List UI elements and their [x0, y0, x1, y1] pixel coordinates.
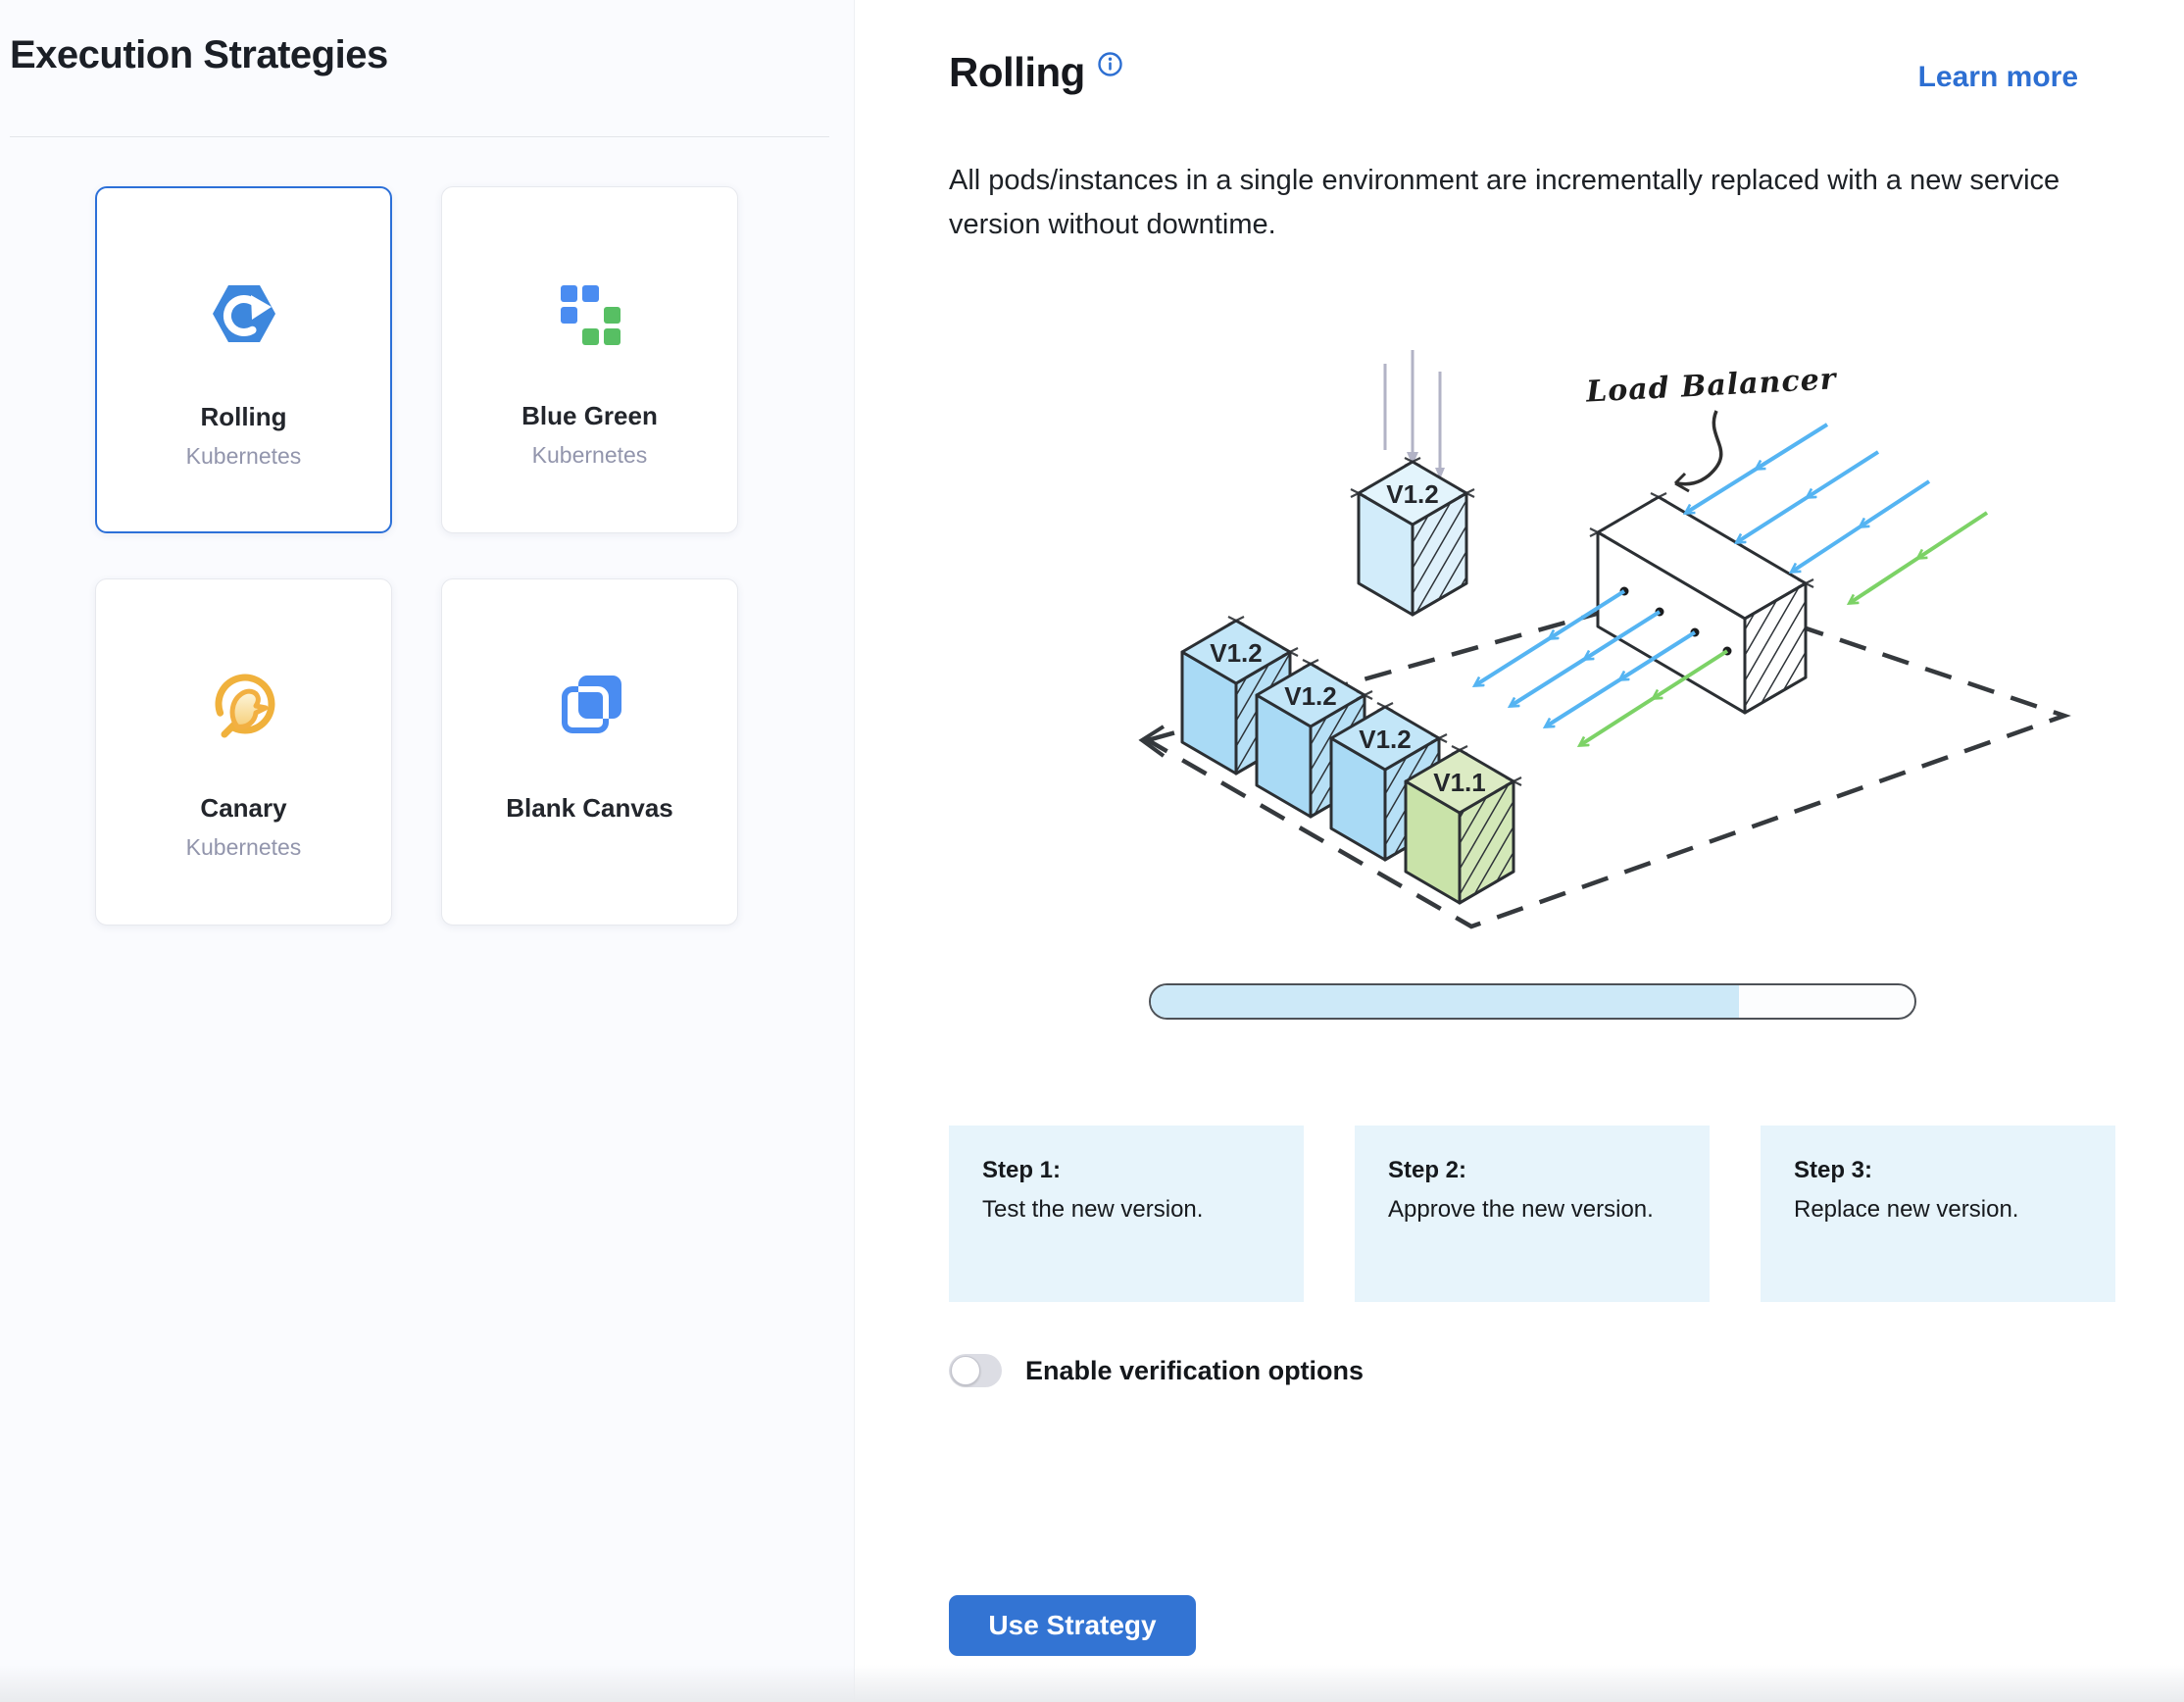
rolling-strategy-illustration: Load Balancer V1.2 V1.2 V1.2 V1.2 V1.1: [1079, 328, 2158, 956]
load-balancer-label: Load Balancer: [1584, 362, 1838, 491]
canary-icon: [207, 668, 281, 742]
card-label: Blue Green: [521, 401, 658, 431]
svg-text:V1.2: V1.2: [1386, 479, 1439, 509]
card-label: Rolling: [200, 402, 286, 432]
verification-toggle-label: Enable verification options: [1025, 1356, 1364, 1386]
blue-green-icon: [553, 275, 627, 350]
rollout-progress-bar: [1149, 983, 1916, 1020]
card-sublabel: Kubernetes: [186, 834, 302, 861]
strategy-card-grid: Rolling Kubernetes Blue Green Kubernetes: [95, 186, 738, 926]
step-text: Approve the new version.: [1388, 1196, 1680, 1224]
svg-text:V1.1: V1.1: [1433, 768, 1486, 797]
verification-toggle-row: Enable verification options: [949, 1354, 1364, 1387]
strategy-description: All pods/instances in a single environme…: [949, 159, 2110, 247]
learn-more-link[interactable]: Learn more: [1918, 61, 2078, 94]
card-sublabel: Kubernetes: [186, 443, 302, 470]
rolling-icon: [207, 276, 281, 351]
toggle-knob: [951, 1356, 980, 1385]
svg-text:V1.2: V1.2: [1359, 725, 1412, 754]
step-title: Step 2:: [1388, 1157, 1680, 1184]
svg-text:V1.2: V1.2: [1210, 638, 1263, 668]
rollout-progress-fill: [1151, 985, 1739, 1018]
strategy-card-blue-green[interactable]: Blue Green Kubernetes: [441, 186, 738, 533]
step-title: Step 3:: [1794, 1157, 2086, 1184]
page-title: Execution Strategies: [10, 33, 388, 77]
step-text: Test the new version.: [982, 1196, 1274, 1224]
step-text: Replace new version.: [1794, 1196, 2086, 1224]
strategy-steps: Step 1: Test the new version. Step 2: Ap…: [949, 1126, 2115, 1302]
step-card-1: Step 1: Test the new version.: [949, 1126, 1304, 1302]
step-title: Step 1:: [982, 1157, 1274, 1184]
load-balancer-box: [1598, 497, 1806, 713]
divider: [10, 136, 829, 137]
detail-title: Rolling: [949, 49, 1085, 96]
execution-strategies-panel: Execution Strategies Rolling Kubernetes: [0, 0, 855, 1702]
step-card-3: Step 3: Replace new version.: [1761, 1126, 2115, 1302]
step-card-2: Step 2: Approve the new version.: [1355, 1126, 1710, 1302]
strategy-card-blank-canvas[interactable]: Blank Canvas: [441, 578, 738, 926]
strategy-card-rolling[interactable]: Rolling Kubernetes: [95, 186, 392, 533]
svg-text:V1.2: V1.2: [1284, 681, 1337, 711]
info-icon[interactable]: [1097, 51, 1123, 82]
detail-header: Rolling: [949, 49, 1123, 96]
strategy-card-canary[interactable]: Canary Kubernetes: [95, 578, 392, 926]
blank-canvas-icon: [553, 668, 627, 742]
strategy-detail-panel: Rolling Learn more All pods/instances in…: [855, 0, 2184, 1702]
card-label: Blank Canvas: [506, 793, 673, 824]
verification-toggle[interactable]: [949, 1354, 1002, 1387]
card-sublabel: Kubernetes: [532, 442, 648, 469]
svg-text:Load Balancer: Load Balancer: [1584, 362, 1838, 409]
card-label: Canary: [200, 793, 286, 824]
use-strategy-button[interactable]: Use Strategy: [949, 1595, 1196, 1656]
